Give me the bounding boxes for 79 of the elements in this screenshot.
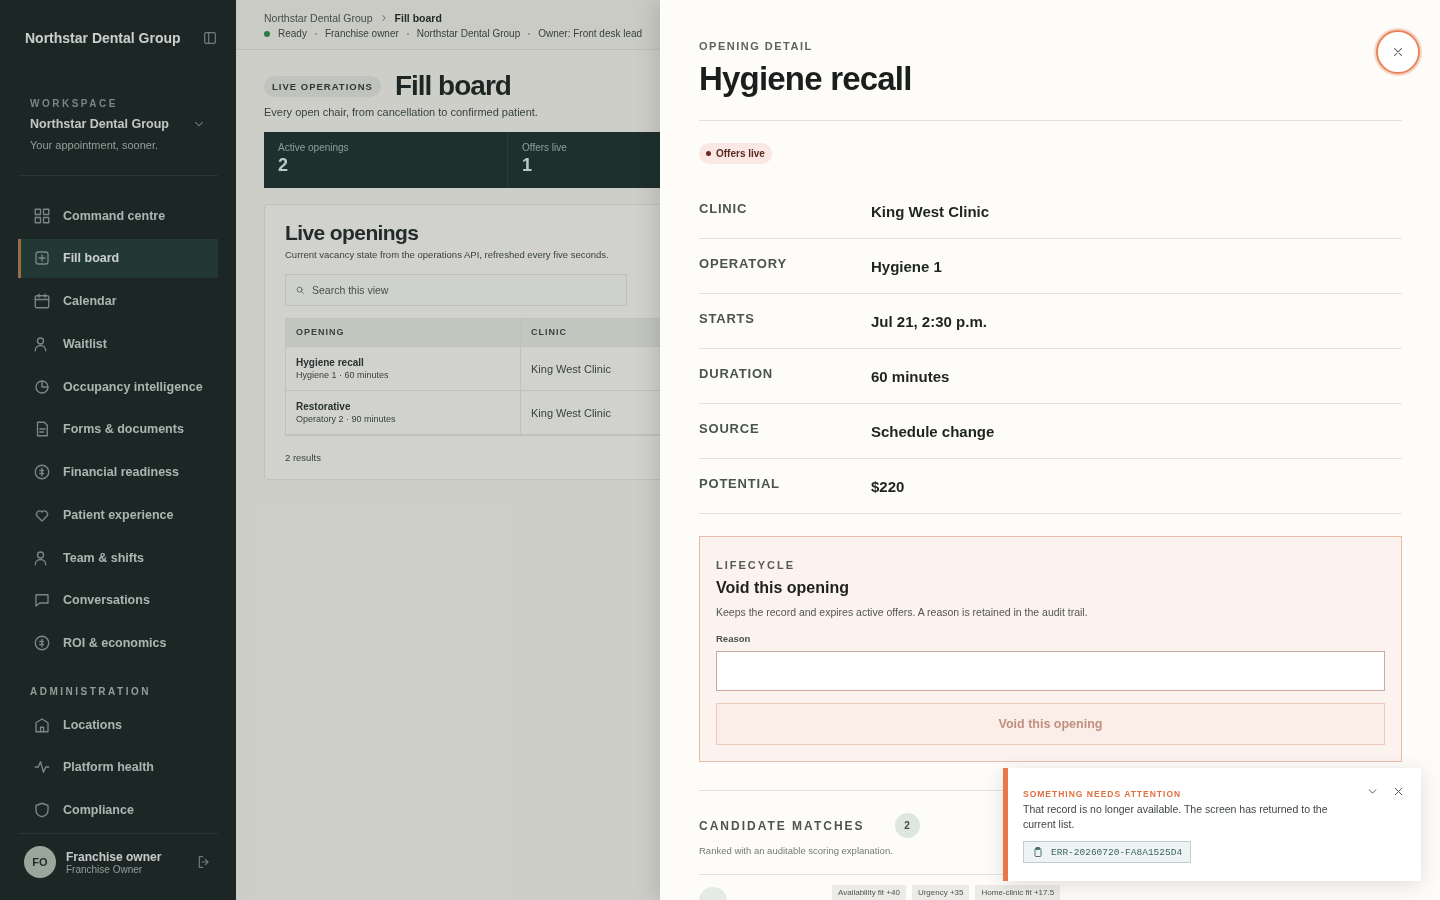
workspace-name: Northstar Dental Group <box>30 116 169 131</box>
sidebar-item[interactable]: Conversations <box>18 580 218 621</box>
panel-title: Void this opening <box>716 579 851 597</box>
context-text: Franchise owner <box>324 28 399 39</box>
sidebar-item[interactable]: Occupancy intelligence <box>18 366 218 407</box>
row-title: Restorative <box>296 401 352 412</box>
sidebar-item[interactable]: Command centre <box>18 195 218 236</box>
field-value: Hygiene 1 <box>871 257 943 275</box>
results-count: 2 results <box>285 452 322 463</box>
context-text: Owner: Front desk lead <box>538 28 643 39</box>
stat-value: 2 <box>278 155 289 176</box>
sidebar-item[interactable]: Locations <box>18 704 218 745</box>
sidebar-item[interactable]: Platform health <box>18 747 218 788</box>
page-title: Fill board <box>394 70 511 102</box>
dollar-icon <box>33 463 51 482</box>
breadcrumb-item: Fill board <box>394 12 442 24</box>
field-label: SOURCE <box>699 420 761 436</box>
score-chip: Home-clinic fit +17.5 <box>975 885 1061 900</box>
score-chip: Availability fit +40 <box>832 885 906 900</box>
workspace-tagline: Your appointment, sooner. <box>30 138 160 151</box>
field-label: POTENTIAL <box>699 475 781 491</box>
search-icon <box>295 285 305 295</box>
field-label: DURATION <box>699 365 775 381</box>
search-field[interactable]: Search this view <box>285 274 627 306</box>
drawer-title: Hygiene recall <box>699 60 912 98</box>
status-badge: Offers live <box>699 143 772 164</box>
eyebrow-label: LIFECYCLE <box>716 559 797 571</box>
sidebar-toggle-icon <box>202 29 218 46</box>
count-badge: 2 <box>894 813 920 838</box>
section-label: ADMINISTRATION <box>29 684 152 699</box>
reason-field[interactable] <box>716 651 1385 691</box>
row-detail: Hygiene 1 · 60 minutes <box>296 370 390 380</box>
breadcrumb-item[interactable]: Northstar Dental Group <box>264 12 373 24</box>
shield-icon <box>33 801 51 820</box>
field-value: $220 <box>871 477 906 495</box>
context-text: Northstar Dental Group <box>416 28 521 39</box>
eyebrow-label: OPENING DETAIL <box>699 40 814 52</box>
chart-icon <box>33 377 51 396</box>
score-chip: Urgency +35 <box>911 885 970 900</box>
row-detail: Operatory 2 · 90 minutes <box>296 414 397 424</box>
brand-name: Northstar Dental Group <box>25 29 181 46</box>
field-label: OPERATORY <box>699 255 788 271</box>
close-icon <box>1391 45 1405 59</box>
stat-label: Active openings <box>278 142 350 153</box>
calendar-icon <box>33 292 51 311</box>
status-text: Ready <box>278 28 307 39</box>
section-badge: LIVE OPERATIONS <box>264 75 381 97</box>
sidebar-item[interactable]: Waitlist <box>18 324 218 364</box>
panel-description: Keeps the record and expires active offers. A reason is retained in the audit trail. <box>716 606 1089 618</box>
sidebar-item[interactable]: ROI & economics <box>18 623 218 663</box>
panel-title: Live openings <box>285 221 420 245</box>
stat-value: 1 <box>522 155 533 176</box>
page-subtitle: Every open chair, from cancellation to confirmed patient. <box>264 106 539 118</box>
column-header: OPENING <box>286 319 521 346</box>
sidebar-item[interactable]: Calendar <box>18 281 218 321</box>
panel-subtitle: Current vacancy state from the operations API, refreshed every five seconds. <box>285 249 610 260</box>
copy-code-button[interactable]: ERR-20260720-FA8A1525D4 <box>1023 841 1192 863</box>
user-name: Franchise owner <box>66 849 163 864</box>
user-role: Franchise Owner <box>66 863 144 875</box>
sidebar-item[interactable]: Compliance <box>18 790 218 831</box>
sidebar-item[interactable]: Financial readiness <box>18 452 218 492</box>
field-label: CLINIC <box>699 200 749 216</box>
field-label: Reason <box>716 633 752 644</box>
sidebar-item[interactable]: Team & shifts <box>18 537 218 578</box>
sidebar-item[interactable]: Forms & documents <box>18 409 218 450</box>
status-dot <box>264 30 270 37</box>
sidebar-item[interactable]: Patient experience <box>18 494 218 535</box>
notification-title: SOMETHING NEEDS ATTENTION <box>1023 789 1182 799</box>
notification-message: That record is no longer available. The screen has returned to the current list. <box>1023 802 1329 832</box>
field-value: King West Clinic <box>871 202 991 220</box>
section-label: WORKSPACE <box>30 97 119 109</box>
dollar-icon <box>33 634 51 652</box>
avatar: FO <box>24 846 56 879</box>
grid-icon <box>33 206 51 225</box>
sidebar-item[interactable]: Fill board <box>18 238 218 279</box>
field-value: 60 minutes <box>871 367 951 385</box>
row-title: Hygiene recall <box>296 357 365 368</box>
clipboard-icon <box>1032 846 1044 858</box>
section-title: CANDIDATE MATCHES <box>699 818 865 833</box>
